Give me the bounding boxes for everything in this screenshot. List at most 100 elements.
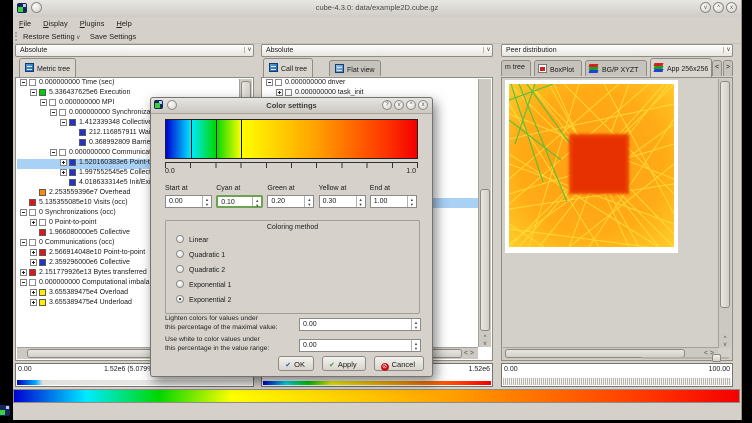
metric-mode-combo[interactable]: Absolutev (15, 44, 254, 57)
dialog-titlebar[interactable]: Color settings ? v ^ x (151, 98, 432, 114)
spin-arrows-icon[interactable]: ▲▼ (202, 196, 211, 207)
collapse-icon[interactable] (60, 119, 67, 126)
radio-icon[interactable] (176, 280, 184, 288)
collapse-icon[interactable] (20, 279, 27, 286)
toolbar-handle[interactable] (15, 32, 17, 41)
collapse-icon[interactable] (20, 239, 27, 246)
colormap-marker-line[interactable] (241, 120, 242, 158)
radio-icon[interactable] (176, 295, 184, 303)
scroll-arrows[interactable]: ^v (719, 336, 731, 348)
tab-call-tree[interactable]: Call tree (263, 58, 313, 77)
spin-arrows-icon[interactable]: ▲▼ (411, 319, 420, 330)
expand-icon[interactable] (60, 159, 67, 166)
titlebar[interactable]: cube-4.3.0: data/example2D.cube.gz v ^ x (13, 0, 741, 18)
value-checkbox[interactable] (285, 89, 292, 96)
colormap-marker-line[interactable] (216, 120, 217, 158)
collapse-icon[interactable] (20, 79, 27, 86)
radio-linear[interactable]: Linear (176, 235, 208, 245)
whiten-spinbox[interactable]: 0.00▲▼ (299, 339, 421, 352)
value-checkbox[interactable] (49, 99, 56, 106)
value-color-box[interactable] (29, 199, 36, 206)
value-color-box[interactable] (39, 89, 46, 96)
collapse-icon[interactable] (20, 209, 27, 216)
chevron-down-icon[interactable]: v (77, 35, 80, 41)
value-checkbox[interactable] (59, 109, 66, 116)
radio-quadratic-2[interactable]: Quadratic 2 (176, 265, 225, 275)
value-color-box[interactable] (39, 229, 46, 236)
value-checkbox[interactable] (29, 209, 36, 216)
value-color-box[interactable] (69, 119, 76, 126)
maximize-icon[interactable]: ^ (406, 100, 416, 110)
value-checkbox[interactable] (29, 239, 36, 246)
value-color-box[interactable] (39, 189, 46, 196)
value-color-box[interactable] (39, 299, 46, 306)
value-checkbox[interactable] (59, 149, 66, 156)
radio-exponential-2[interactable]: Exponential 2 (176, 295, 231, 305)
tab-boxplot[interactable]: BoxPlot (534, 60, 582, 76)
expand-icon[interactable] (30, 259, 37, 266)
tab-metric-tree[interactable]: Metric tree (19, 58, 76, 77)
collapse-icon[interactable] (30, 89, 37, 96)
spin-arrows-icon[interactable]: ▲▼ (407, 196, 416, 207)
expand-icon[interactable] (30, 219, 37, 226)
spin-arrows-icon[interactable]: ▲▼ (252, 197, 261, 206)
radio-icon[interactable] (176, 265, 184, 273)
cyan-at-spinbox[interactable]: 0.10▲▼ (216, 195, 263, 208)
value-color-box[interactable] (79, 139, 86, 146)
value-checkbox[interactable] (29, 79, 36, 86)
value-color-box[interactable] (39, 259, 46, 266)
spin-arrows-icon[interactable]: ▲▼ (356, 196, 365, 207)
slider-handle[interactable] (712, 354, 721, 362)
collapse-icon[interactable] (50, 149, 57, 156)
scroll-thumb[interactable] (720, 81, 730, 308)
value-color-box[interactable] (79, 129, 86, 136)
value-color-box[interactable] (69, 179, 76, 186)
call-mode-combo[interactable]: Absolutev (261, 44, 493, 57)
end-at-spinbox[interactable]: 1.00▲▼ (370, 195, 417, 208)
tab-scroll-right-icon[interactable]: > (723, 60, 733, 76)
radio-icon[interactable] (176, 235, 184, 243)
shade-icon[interactable]: v (394, 100, 404, 110)
value-color-box[interactable] (69, 169, 76, 176)
radio-exponential-1[interactable]: Exponential 1 (176, 280, 231, 290)
scroll-arrows[interactable]: <> (464, 350, 476, 358)
value-checkbox[interactable] (39, 219, 46, 226)
collapse-icon[interactable] (40, 99, 47, 106)
system-vscrollbar[interactable]: ^v (718, 79, 731, 348)
statusbar-cube-icon[interactable] (0, 405, 10, 416)
zoom-slider[interactable] (641, 354, 729, 362)
expand-icon[interactable] (276, 89, 283, 96)
expand-icon[interactable] (30, 249, 37, 256)
spin-arrows-icon[interactable]: ▲▼ (304, 196, 313, 207)
maximize-icon[interactable]: ^ (713, 2, 724, 13)
cancel-button[interactable]: ⊘Cancel (374, 356, 424, 371)
green-at-spinbox[interactable]: 0.20▲▼ (267, 195, 314, 208)
close-icon[interactable]: x (726, 2, 737, 13)
call-vscrollbar[interactable]: ^v (478, 79, 491, 347)
menu-help[interactable]: Help (110, 17, 137, 28)
value-color-box[interactable] (39, 249, 46, 256)
value-color-box[interactable] (39, 289, 46, 296)
colormap-marker-line[interactable] (191, 120, 192, 158)
menu-display[interactable]: Display (37, 17, 74, 28)
menu-file[interactable]: File (13, 17, 37, 28)
scroll-arrows[interactable]: ^v (479, 335, 491, 347)
menu-plugins[interactable]: Plugins (74, 17, 111, 28)
apply-button[interactable]: ✔Apply (322, 356, 366, 371)
expand-icon[interactable] (30, 299, 37, 306)
minimize-icon[interactable]: v (700, 2, 711, 13)
ok-button[interactable]: ✔OK (278, 356, 314, 371)
radio-quadratic-1[interactable]: Quadratic 1 (176, 250, 225, 260)
save-settings-button[interactable]: Save Settings (86, 30, 140, 41)
value-color-box[interactable] (69, 159, 76, 166)
collapse-icon[interactable] (50, 109, 57, 116)
tab-scroll-left-icon[interactable]: < (712, 60, 722, 76)
tab-flat-view[interactable]: Flat view (329, 60, 381, 76)
restore-setting-button[interactable]: Restore Setting v (19, 30, 84, 41)
collapse-icon[interactable] (266, 79, 273, 86)
tab-bg-p-xyzt[interactable]: BG/P XYZT (585, 60, 647, 76)
yellow-at-spinbox[interactable]: 0.30▲▼ (319, 195, 366, 208)
expand-icon[interactable] (20, 269, 27, 276)
expand-icon[interactable] (60, 169, 67, 176)
tree-row[interactable]: 0.000000000 Time (sec) (17, 79, 239, 89)
